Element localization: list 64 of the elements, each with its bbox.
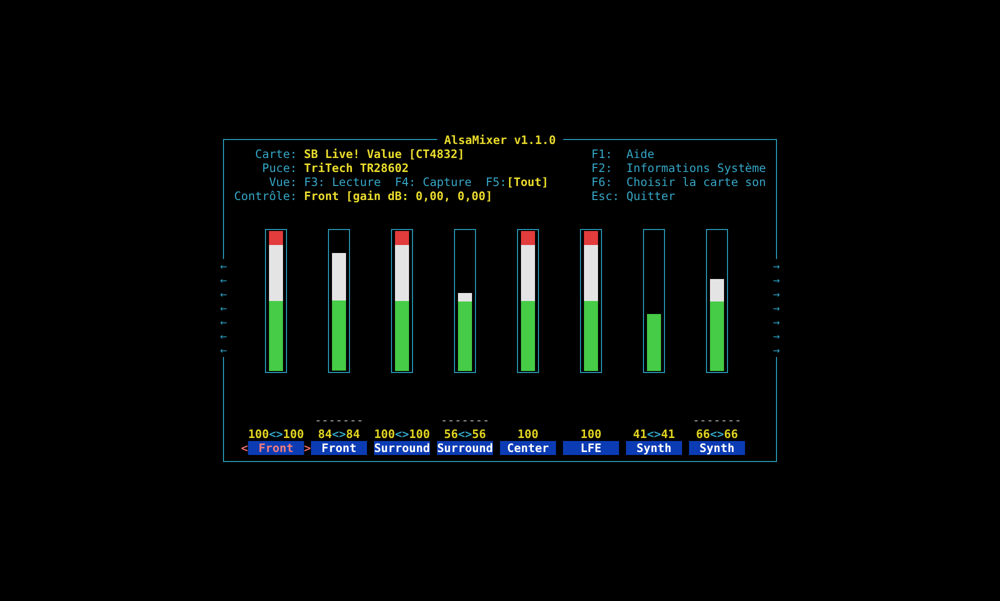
volume-reading: 84<>84 (318, 427, 360, 441)
shortcut-key: F2: (591, 161, 612, 175)
shortcut-key: Esc: (591, 189, 620, 203)
shortcut-label: Choisir la carte son (626, 175, 766, 189)
info-label: Contrôle: (234, 189, 297, 203)
right-arrow: → (773, 287, 780, 301)
channel-name[interactable]: Synth (626, 441, 682, 455)
volume-reading: 100 (580, 427, 602, 441)
channel-name[interactable]: Front (311, 441, 367, 455)
view-tab[interactable]: Capture (416, 175, 479, 189)
left-arrow: ← (220, 273, 227, 287)
volume-slider[interactable] (580, 229, 602, 373)
volume-slider[interactable] (328, 229, 350, 373)
volume-slider[interactable] (454, 229, 476, 373)
view-key: F3: (304, 175, 325, 189)
channel-name[interactable]: Synth (689, 441, 745, 455)
channel-name[interactable]: LFE (563, 441, 619, 455)
right-arrow: → (773, 343, 780, 357)
info-label: Puce: (262, 161, 297, 175)
right-arrow: → (773, 259, 780, 273)
view-tab[interactable]: [Tout] (506, 175, 548, 189)
view-tab[interactable]: Lecture (324, 175, 388, 189)
right-arrow: → (773, 273, 780, 287)
right-arrow: → (773, 301, 780, 315)
left-arrow: ← (220, 343, 227, 357)
right-arrow: → (773, 329, 780, 343)
view-key: F4: (394, 175, 416, 189)
info-value: Front [gain dB: 0,00, 0,00] (304, 189, 492, 203)
volume-reading: 56<>56 (444, 427, 486, 441)
left-arrow: ← (220, 329, 227, 343)
shortcut-key: F6: (591, 175, 612, 189)
shortcut-label: Informations Système (626, 161, 766, 175)
volume-slider[interactable] (391, 229, 413, 373)
info-label: Vue: (269, 175, 297, 189)
volume-reading: 66<>66 (696, 427, 738, 441)
volume-reading: 100<>100 (248, 427, 304, 441)
info-value: TriTech TR28602 (304, 161, 409, 175)
capture-status: ------- (692, 413, 742, 427)
volume-slider[interactable] (706, 229, 728, 373)
shortcut-key: F1: (591, 147, 612, 161)
volume-reading: 41<>41 (633, 427, 675, 441)
channel-name[interactable]: Surround (374, 441, 430, 455)
left-arrow: ← (220, 315, 227, 329)
channel-name[interactable]: Surround (437, 441, 493, 455)
left-arrow: ← (220, 287, 227, 301)
capture-status: ------- (440, 413, 490, 427)
channel-name[interactable]: Center (500, 441, 556, 455)
capture-status: ------- (314, 413, 364, 427)
left-arrow: ← (220, 301, 227, 315)
shortcut-label: Quitter (626, 189, 676, 203)
left-arrow: ← (220, 259, 227, 273)
volume-slider[interactable] (517, 229, 539, 373)
selection-marker: < (241, 441, 248, 455)
volume-reading: 100<>100 (374, 427, 430, 441)
shortcut-label: Aide (626, 147, 654, 161)
volume-reading: 100 (518, 427, 538, 441)
window-title: AlsaMixer v1.1.0 (444, 133, 556, 147)
info-value: SB Live! Value [CT4832] (304, 147, 465, 161)
right-arrow: → (773, 315, 780, 329)
view-key: F5: (486, 175, 507, 189)
info-label: Carte: (255, 147, 297, 161)
selection-marker: > (304, 441, 311, 455)
volume-slider[interactable] (265, 229, 287, 373)
volume-slider[interactable] (643, 229, 665, 373)
